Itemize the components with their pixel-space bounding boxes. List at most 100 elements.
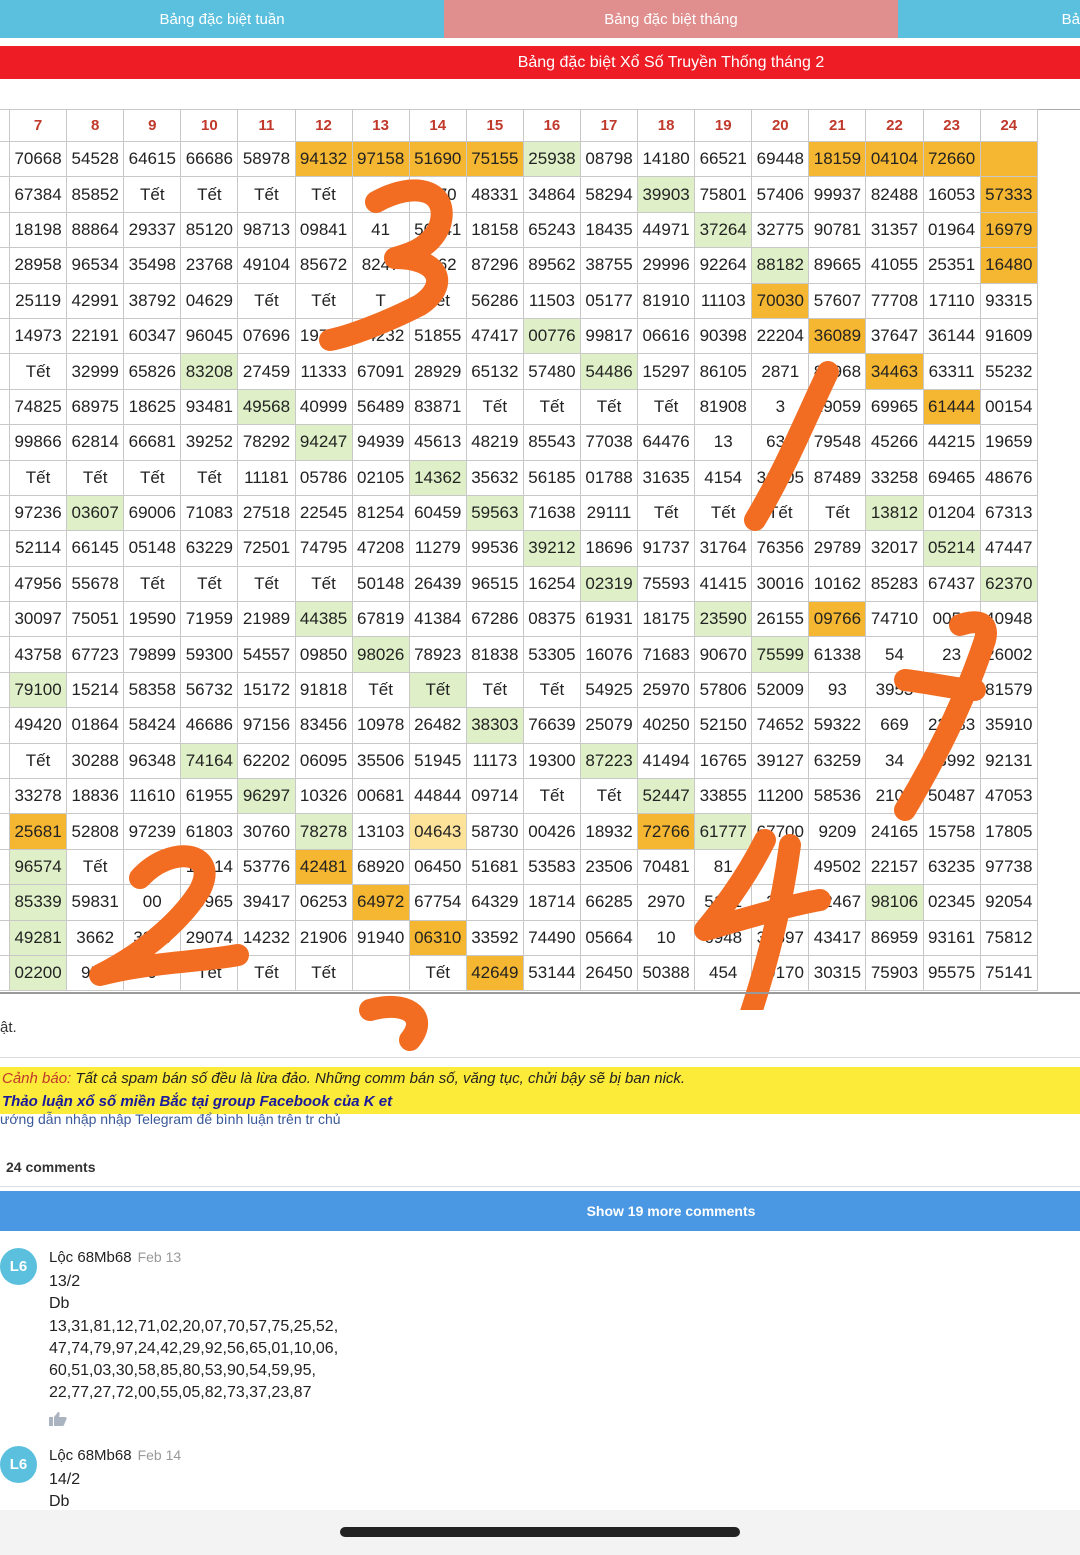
table-cell: 25970 [637, 671, 696, 709]
table-cell: 90670 [694, 636, 753, 673]
table-cell: 40999 [294, 388, 353, 426]
table-cell: 66285 [579, 884, 639, 921]
tab-monthly[interactable]: Bảng đặc biệt tháng [444, 0, 898, 38]
table-cell: 0053 [922, 601, 981, 638]
table-cell: 23 [922, 636, 981, 673]
table-cell: 51945 [408, 742, 467, 780]
column-header: 22 [865, 109, 924, 142]
home-gesture-bar[interactable] [340, 1527, 740, 1537]
table-cell: 10162 [808, 565, 867, 603]
table-cell: 44844 [408, 778, 467, 815]
table-cell: 04643 [408, 813, 467, 850]
table-cell: 81579 [979, 671, 1039, 709]
table-cell: 15214 [66, 671, 125, 709]
table-cell: 06450 [408, 848, 467, 886]
table-cell: 53144 [522, 954, 581, 992]
table-cell: 38792 [123, 282, 182, 319]
table-cell: Tết [9, 459, 68, 496]
table-cell: 33278 [9, 778, 68, 815]
table-cell: 0 [0, 565, 11, 603]
table-cell: 67437 [922, 565, 981, 603]
table-cell: 53305 [522, 636, 581, 673]
table-cell: Tết [637, 494, 696, 532]
table-cell: 01964 [922, 211, 981, 249]
table-cell: 2871 [751, 353, 810, 390]
table-cell: 22204 [751, 317, 810, 355]
thumbs-up-icon[interactable] [49, 1412, 67, 1426]
table-cell: 94247 [294, 424, 353, 461]
table-cell: 67286 [465, 601, 524, 638]
telegram-guide-link[interactable]: ướng dẫn nhập nhập Telegram để bình luận… [0, 1111, 341, 1127]
table-row: 5332781883611610619559629710326006814484… [0, 778, 1039, 815]
table-cell: 42649 [465, 954, 524, 992]
table-cell: 04104 [865, 140, 924, 178]
table-cell: 76639 [522, 707, 581, 744]
table-cell: 49104 [237, 247, 296, 284]
table-cell: 3662 [66, 919, 125, 956]
show-more-comments-button[interactable]: Show 19 more comments [0, 1191, 1080, 1231]
table-cell: 98106 [865, 884, 924, 921]
table-cell: 7670 [408, 176, 467, 213]
table-cell: 68975 [66, 388, 125, 426]
table-cell: 0 [751, 848, 810, 886]
table-cell: 18696 [579, 530, 639, 567]
table-cell: 29059 [808, 388, 867, 426]
table-cell: 1038 [922, 671, 981, 709]
table-cell: 45266 [865, 424, 924, 461]
comment-author[interactable]: Lộc 68Mb68 [49, 1447, 132, 1464]
table-cell: Tết [9, 353, 68, 390]
table-cell: Tết [237, 565, 296, 603]
divider [0, 1057, 1080, 1058]
table-cell: 63235 [922, 848, 981, 886]
table-cell: 47053 [979, 778, 1039, 815]
column-header: 10 [180, 109, 239, 142]
table-cell: 40250 [637, 707, 696, 744]
avatar[interactable]: L6 [0, 1248, 37, 1285]
table-cell: 15758 [922, 813, 981, 850]
table-cell: 28958 [9, 247, 68, 284]
table-cell: 46686 [180, 707, 239, 744]
table-cell: 14362 [408, 459, 467, 496]
avatar[interactable]: L6 [0, 1446, 37, 1483]
table-cell: 91609 [979, 317, 1039, 355]
table-row: 3TếtTếtTếtTết111810578602105143623563256… [0, 459, 1039, 496]
table-cell: 47208 [351, 530, 410, 567]
table-cell: 9 [0, 601, 11, 638]
column-header: 8 [66, 109, 125, 142]
comment-line: 14/2 [49, 1471, 81, 1488]
table-cell: 14232 [237, 919, 296, 956]
table-row: 5791001521458358567321517291818TếtTếtTết… [0, 671, 1039, 709]
table-cell: 11181 [237, 459, 296, 496]
table-cell: 25351 [922, 247, 981, 284]
table-cell [351, 176, 410, 213]
tab-more[interactable]: Bả [898, 0, 1080, 38]
comment-author[interactable]: Lộc 68Mb68 [49, 1249, 132, 1266]
table-cell: 99817 [579, 317, 639, 355]
table-cell: 30760 [237, 813, 296, 850]
table-cell: 07696 [237, 317, 296, 355]
comment-line: 60,51,03,30,58,85,80,53,90,54,59,95, [49, 1362, 316, 1380]
table-cell: 18198 [9, 211, 68, 249]
table-cell: 79899 [123, 636, 182, 673]
table-cell: 38755 [579, 247, 639, 284]
table-cell: 89562 [522, 247, 581, 284]
tab-weekly[interactable]: Bảng đặc biệt tuần [0, 0, 444, 38]
table-cell: Tết [294, 565, 353, 603]
table-cell: 17805 [979, 813, 1039, 850]
table-cell: 53583 [522, 848, 581, 886]
table-cell: 31764 [694, 530, 753, 567]
table-cell: 1 [0, 494, 11, 532]
table-row: 1972360360769006710832751822545812546045… [0, 494, 1039, 532]
table-row: 1853395983100569653941706253649726775464… [0, 884, 1039, 921]
table-cell: 05177 [579, 282, 639, 319]
divider [0, 1186, 1080, 1187]
comment-header: Lộc 68Mb68 Feb 14 [49, 1447, 181, 1464]
table-cell: 59563 [465, 494, 524, 532]
table-cell: 3953 [865, 671, 924, 709]
table-cell: 38303 [465, 707, 524, 744]
table-cell: 75155 [465, 140, 524, 178]
facebook-group-link[interactable]: Thảo luận xổ số miền Bắc tại group Faceb… [2, 1093, 392, 1110]
warning-text: Tất cả spam bán số đều là lừa đảo. Những… [71, 1070, 686, 1087]
column-header: 19 [694, 109, 753, 142]
table-cell: 3296 [123, 919, 182, 956]
